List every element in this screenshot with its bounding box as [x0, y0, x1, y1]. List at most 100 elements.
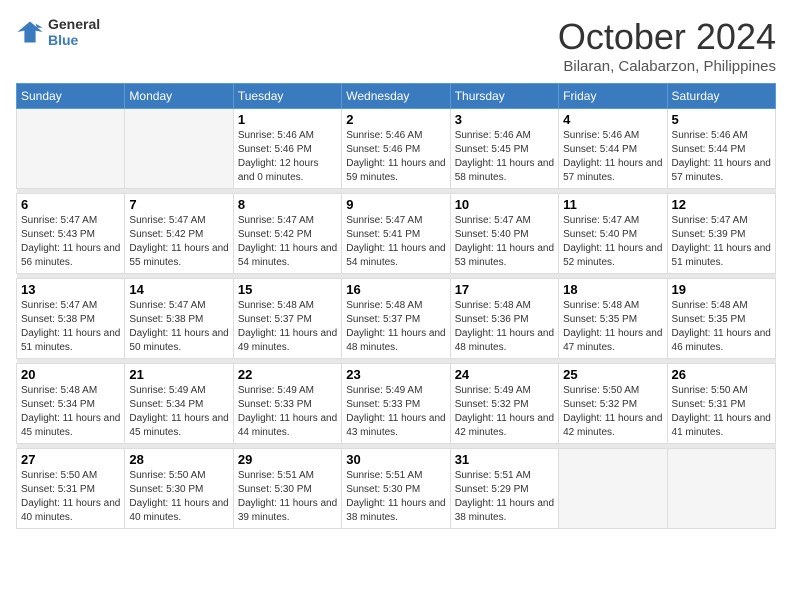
table-row: 22 Sunrise: 5:49 AM Sunset: 5:33 PM Dayl…: [233, 364, 341, 444]
table-row: 7 Sunrise: 5:47 AM Sunset: 5:42 PM Dayli…: [125, 194, 233, 274]
table-row: 30 Sunrise: 5:51 AM Sunset: 5:30 PM Dayl…: [342, 449, 450, 529]
table-row: 23 Sunrise: 5:49 AM Sunset: 5:33 PM Dayl…: [342, 364, 450, 444]
day-number: 14: [129, 282, 228, 297]
day-number: 26: [672, 367, 771, 382]
day-info: Sunrise: 5:48 AM Sunset: 5:34 PM Dayligh…: [21, 384, 120, 440]
day-info: Sunrise: 5:48 AM Sunset: 5:35 PM Dayligh…: [672, 299, 771, 355]
day-number: 8: [238, 197, 337, 212]
day-number: 30: [346, 452, 445, 467]
table-row: [17, 109, 125, 189]
day-number: 3: [455, 112, 554, 127]
day-info: Sunrise: 5:47 AM Sunset: 5:42 PM Dayligh…: [238, 214, 337, 270]
table-row: 2 Sunrise: 5:46 AM Sunset: 5:46 PM Dayli…: [342, 109, 450, 189]
day-info: Sunrise: 5:46 AM Sunset: 5:45 PM Dayligh…: [455, 129, 554, 185]
table-row: 14 Sunrise: 5:47 AM Sunset: 5:38 PM Dayl…: [125, 279, 233, 359]
table-row: 6 Sunrise: 5:47 AM Sunset: 5:43 PM Dayli…: [17, 194, 125, 274]
day-info: Sunrise: 5:46 AM Sunset: 5:46 PM Dayligh…: [238, 129, 337, 185]
table-row: 17 Sunrise: 5:48 AM Sunset: 5:36 PM Dayl…: [450, 279, 558, 359]
day-info: Sunrise: 5:50 AM Sunset: 5:31 PM Dayligh…: [21, 469, 120, 525]
day-number: 17: [455, 282, 554, 297]
calendar-row: 20 Sunrise: 5:48 AM Sunset: 5:34 PM Dayl…: [17, 364, 776, 444]
day-number: 28: [129, 452, 228, 467]
day-number: 16: [346, 282, 445, 297]
day-info: Sunrise: 5:47 AM Sunset: 5:39 PM Dayligh…: [672, 214, 771, 270]
day-number: 9: [346, 197, 445, 212]
table-row: 29 Sunrise: 5:51 AM Sunset: 5:30 PM Dayl…: [233, 449, 341, 529]
header-friday: Friday: [559, 84, 667, 109]
table-row: 21 Sunrise: 5:49 AM Sunset: 5:34 PM Dayl…: [125, 364, 233, 444]
day-number: 19: [672, 282, 771, 297]
table-row: 13 Sunrise: 5:47 AM Sunset: 5:38 PM Dayl…: [17, 279, 125, 359]
day-number: 23: [346, 367, 445, 382]
table-row: 25 Sunrise: 5:50 AM Sunset: 5:32 PM Dayl…: [559, 364, 667, 444]
header-thursday: Thursday: [450, 84, 558, 109]
table-row: 4 Sunrise: 5:46 AM Sunset: 5:44 PM Dayli…: [559, 109, 667, 189]
table-row: 5 Sunrise: 5:46 AM Sunset: 5:44 PM Dayli…: [667, 109, 775, 189]
day-info: Sunrise: 5:46 AM Sunset: 5:44 PM Dayligh…: [672, 129, 771, 185]
day-info: Sunrise: 5:48 AM Sunset: 5:35 PM Dayligh…: [563, 299, 662, 355]
table-row: 26 Sunrise: 5:50 AM Sunset: 5:31 PM Dayl…: [667, 364, 775, 444]
table-row: 27 Sunrise: 5:50 AM Sunset: 5:31 PM Dayl…: [17, 449, 125, 529]
day-info: Sunrise: 5:51 AM Sunset: 5:30 PM Dayligh…: [346, 469, 445, 525]
calendar: Sunday Monday Tuesday Wednesday Thursday…: [16, 83, 776, 529]
table-row: 3 Sunrise: 5:46 AM Sunset: 5:45 PM Dayli…: [450, 109, 558, 189]
table-row: 19 Sunrise: 5:48 AM Sunset: 5:35 PM Dayl…: [667, 279, 775, 359]
day-number: 7: [129, 197, 228, 212]
day-number: 6: [21, 197, 120, 212]
table-row: 31 Sunrise: 5:51 AM Sunset: 5:29 PM Dayl…: [450, 449, 558, 529]
table-row: 10 Sunrise: 5:47 AM Sunset: 5:40 PM Dayl…: [450, 194, 558, 274]
day-number: 1: [238, 112, 337, 127]
day-number: 13: [21, 282, 120, 297]
logo-line2: Blue: [48, 32, 100, 48]
calendar-row: 13 Sunrise: 5:47 AM Sunset: 5:38 PM Dayl…: [17, 279, 776, 359]
day-number: 4: [563, 112, 662, 127]
day-info: Sunrise: 5:49 AM Sunset: 5:34 PM Dayligh…: [129, 384, 228, 440]
day-number: 21: [129, 367, 228, 382]
day-info: Sunrise: 5:47 AM Sunset: 5:38 PM Dayligh…: [21, 299, 120, 355]
logo-icon: [16, 18, 44, 46]
calendar-header-row: Sunday Monday Tuesday Wednesday Thursday…: [17, 84, 776, 109]
day-number: 20: [21, 367, 120, 382]
day-info: Sunrise: 5:51 AM Sunset: 5:30 PM Dayligh…: [238, 469, 337, 525]
header-monday: Monday: [125, 84, 233, 109]
table-row: [667, 449, 775, 529]
day-info: Sunrise: 5:49 AM Sunset: 5:32 PM Dayligh…: [455, 384, 554, 440]
logo-line1: General: [48, 16, 100, 32]
day-info: Sunrise: 5:51 AM Sunset: 5:29 PM Dayligh…: [455, 469, 554, 525]
day-info: Sunrise: 5:47 AM Sunset: 5:40 PM Dayligh…: [563, 214, 662, 270]
day-number: 27: [21, 452, 120, 467]
day-info: Sunrise: 5:47 AM Sunset: 5:42 PM Dayligh…: [129, 214, 228, 270]
table-row: 16 Sunrise: 5:48 AM Sunset: 5:37 PM Dayl…: [342, 279, 450, 359]
day-info: Sunrise: 5:49 AM Sunset: 5:33 PM Dayligh…: [346, 384, 445, 440]
location: Bilaran, Calabarzon, Philippines: [558, 58, 776, 75]
day-info: Sunrise: 5:48 AM Sunset: 5:37 PM Dayligh…: [346, 299, 445, 355]
table-row: [125, 109, 233, 189]
day-info: Sunrise: 5:47 AM Sunset: 5:38 PM Dayligh…: [129, 299, 228, 355]
day-number: 2: [346, 112, 445, 127]
table-row: 24 Sunrise: 5:49 AM Sunset: 5:32 PM Dayl…: [450, 364, 558, 444]
header-sunday: Sunday: [17, 84, 125, 109]
header-saturday: Saturday: [667, 84, 775, 109]
day-info: Sunrise: 5:50 AM Sunset: 5:30 PM Dayligh…: [129, 469, 228, 525]
day-number: 29: [238, 452, 337, 467]
table-row: 28 Sunrise: 5:50 AM Sunset: 5:30 PM Dayl…: [125, 449, 233, 529]
calendar-row: 1 Sunrise: 5:46 AM Sunset: 5:46 PM Dayli…: [17, 109, 776, 189]
table-row: 15 Sunrise: 5:48 AM Sunset: 5:37 PM Dayl…: [233, 279, 341, 359]
header-tuesday: Tuesday: [233, 84, 341, 109]
title-block: October 2024 Bilaran, Calabarzon, Philip…: [558, 16, 776, 75]
day-number: 18: [563, 282, 662, 297]
table-row: 12 Sunrise: 5:47 AM Sunset: 5:39 PM Dayl…: [667, 194, 775, 274]
page-header: General Blue October 2024 Bilaran, Calab…: [16, 16, 776, 75]
table-row: 18 Sunrise: 5:48 AM Sunset: 5:35 PM Dayl…: [559, 279, 667, 359]
logo: General Blue: [16, 16, 100, 48]
day-info: Sunrise: 5:47 AM Sunset: 5:43 PM Dayligh…: [21, 214, 120, 270]
day-info: Sunrise: 5:48 AM Sunset: 5:37 PM Dayligh…: [238, 299, 337, 355]
day-number: 12: [672, 197, 771, 212]
calendar-row: 6 Sunrise: 5:47 AM Sunset: 5:43 PM Dayli…: [17, 194, 776, 274]
header-wednesday: Wednesday: [342, 84, 450, 109]
calendar-row: 27 Sunrise: 5:50 AM Sunset: 5:31 PM Dayl…: [17, 449, 776, 529]
day-info: Sunrise: 5:48 AM Sunset: 5:36 PM Dayligh…: [455, 299, 554, 355]
day-info: Sunrise: 5:50 AM Sunset: 5:31 PM Dayligh…: [672, 384, 771, 440]
day-number: 31: [455, 452, 554, 467]
day-info: Sunrise: 5:46 AM Sunset: 5:46 PM Dayligh…: [346, 129, 445, 185]
